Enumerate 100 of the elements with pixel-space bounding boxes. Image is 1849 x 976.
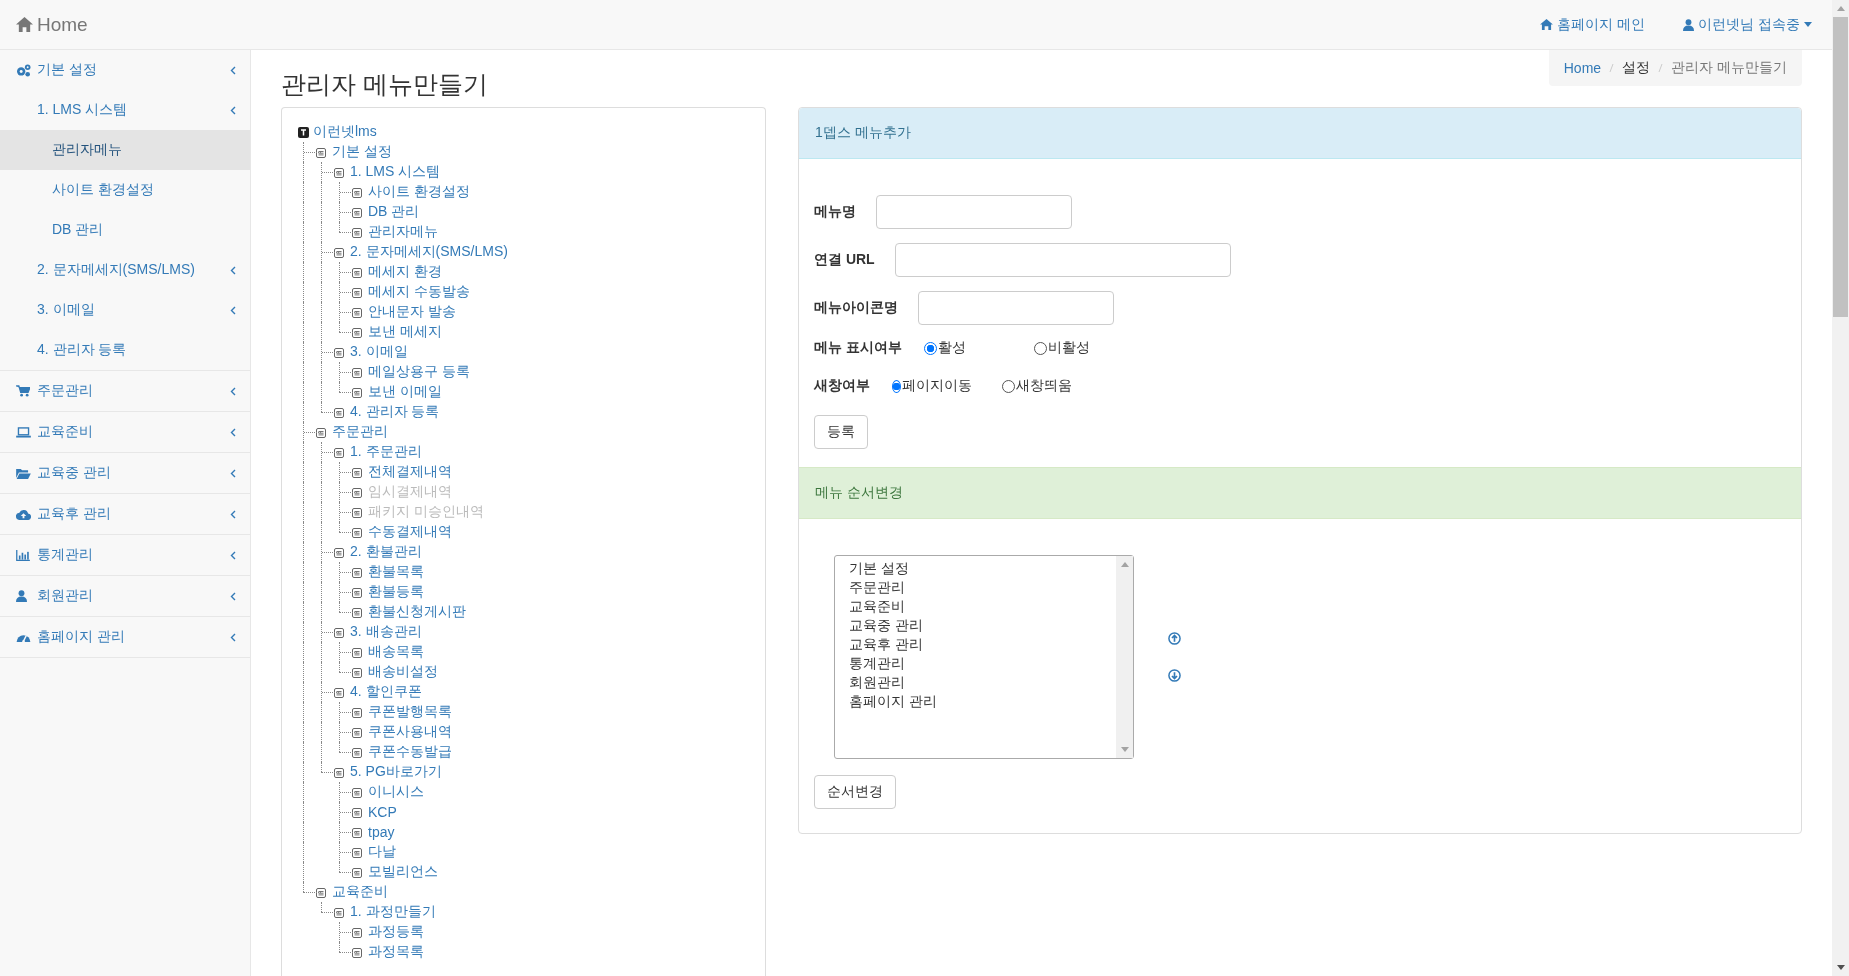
sidebar-item[interactable]: 주문관리 [0,371,250,412]
tree-node[interactable]: 5. PG바로가기 [350,763,442,781]
list-option[interactable]: 홈페이지 관리 [849,692,1116,711]
move-down-icon[interactable] [1168,669,1181,682]
tree-node[interactable]: 쿠폰수동발급 [368,743,452,761]
radio-option[interactable]: 비활성 [1033,339,1114,357]
scroll-up-icon[interactable] [1836,6,1845,11]
tree-node[interactable]: 보낸 메세지 [368,323,442,341]
sidebar-item[interactable]: 1. LMS 시스템 [0,90,250,130]
scroll-down-icon[interactable] [1836,965,1845,970]
tree-node[interactable]: 배송비설정 [368,663,438,681]
list-node-icon [352,848,362,858]
tree-node[interactable]: 3. 이메일 [350,343,408,361]
radio-button[interactable] [1033,341,1047,355]
sidebar-item[interactable]: 관리자메뉴 [0,130,250,170]
sidebar-item[interactable]: 사이트 환경설정 [0,170,250,210]
tree-node[interactable]: 주문관리 [332,423,388,441]
list-option[interactable]: 교육후 관리 [849,635,1116,654]
nav-link[interactable]: 이런넷님 접속중 [1683,15,1812,34]
tree-node[interactable]: 과정등록 [368,923,424,941]
tree-node[interactable]: 4. 할인쿠폰 [350,683,422,701]
sidebar-item[interactable]: 기본 설정 [0,50,250,90]
tree-node[interactable]: 안내문자 발송 [368,303,456,321]
tree-node[interactable]: 환불신청게시판 [368,603,466,621]
radio-option[interactable]: 활성 [923,339,1004,357]
tree-node[interactable]: 메세지 환경 [368,263,442,281]
list-option[interactable]: 통계관리 [849,654,1116,673]
tree-node[interactable]: 3. 배송관리 [350,623,422,641]
scroll-up-icon[interactable] [1120,562,1129,567]
tree-node[interactable]: 전체결제내역 [368,463,452,481]
radio-button[interactable] [923,341,937,355]
tree-node[interactable]: 2. 문자메세지(SMS/LMS) [350,243,508,261]
tree-node[interactable]: 메일상용구 등록 [368,363,470,381]
tree-node[interactable]: 1. LMS 시스템 [350,163,441,181]
tree-node[interactable]: 모빌리언스 [368,863,438,881]
input-field[interactable] [876,195,1072,229]
list-node-icon [352,608,362,618]
listbox-scrollbar[interactable] [1116,556,1133,758]
list-option[interactable]: 회원관리 [849,673,1116,692]
move-up-icon[interactable] [1168,632,1181,645]
tree-node[interactable]: 4. 관리자 등록 [350,403,440,421]
tree-node[interactable]: 관리자메뉴 [368,223,438,241]
list-node-icon [352,388,362,398]
tree-node[interactable]: 다날 [368,843,396,861]
sidebar-item[interactable]: 통계관리 [0,535,250,576]
list-node-icon [352,228,362,238]
sidebar-item[interactable]: 4. 관리자 등록 [0,330,250,371]
list-option[interactable]: 기본 설정 [849,559,1116,578]
list-node-icon [352,828,362,838]
tree-node[interactable]: 과정목록 [368,943,424,961]
tree-node[interactable]: 1. 주문관리 [350,443,422,461]
tree-node[interactable]: DB 관리 [368,203,420,221]
list-option[interactable]: 교육중 관리 [849,616,1116,635]
listbox[interactable]: 기본 설정 주문관리 교육준비 교육중 관리 교육후 관리 통계관리 회원관리 홈페이지 관리 [834,555,1134,759]
tree-node[interactable]: 이니시스 [368,783,424,801]
radio-button[interactable] [1002,379,1015,393]
radio-option[interactable]: 새창띄움 [1002,377,1082,395]
sidebar-item[interactable]: 회원관리 [0,576,250,617]
sidebar-item[interactable]: 교육중 관리 [0,453,250,494]
input-field[interactable] [894,243,1231,277]
list-node-icon [334,168,344,178]
nav-link[interactable]: 홈페이지 메인 [1540,15,1646,34]
tree-node[interactable]: 쿠폰사용내역 [368,723,452,741]
breadcrumb-link[interactable]: Home [1563,60,1602,76]
page-scrollbar[interactable] [1832,0,1849,976]
sidebar-item[interactable]: 2. 문자메세지(SMS/LMS) [0,250,250,290]
tree-node[interactable]: tpay [368,824,395,840]
tree-node[interactable]: 이런넷lms [313,123,377,141]
list-node-icon [352,508,362,518]
tree-node[interactable]: 쿠폰발행목록 [368,703,452,721]
list-node-icon [352,308,362,318]
tree-node[interactable]: 기본 설정 [332,143,392,161]
radio-button[interactable] [892,379,901,393]
tree-node[interactable]: 수동결제내역 [368,523,452,541]
home-link[interactable]: Home [15,13,88,36]
sidebar-item[interactable]: 3. 이메일 [0,290,250,330]
sidebar-item[interactable]: 홈페이지 관리 [0,617,250,658]
sidebar-item[interactable]: DB 관리 [0,210,250,250]
reorder-button[interactable]: 순서변경 [814,775,896,809]
list-node-icon [334,548,344,558]
tree-node[interactable]: 사이트 환경설정 [368,183,470,201]
list-node-icon [352,528,362,538]
list-option[interactable]: 교육준비 [849,597,1116,616]
radio-option[interactable]: 페이지이동 [892,377,972,395]
tree-node[interactable]: 환불목록 [368,563,424,581]
sidebar-item[interactable]: 교육준비 [0,412,250,453]
tree-node[interactable]: 교육준비 [332,883,388,901]
tree-node[interactable]: 환불등록 [368,583,424,601]
tree-node[interactable]: 2. 환불관리 [350,543,422,561]
tree-node[interactable]: 배송목록 [368,643,424,661]
input-field[interactable] [918,291,1114,325]
submit-button[interactable]: 등록 [814,415,868,449]
tree-node[interactable]: 1. 과정만들기 [350,903,436,921]
sidebar-item[interactable]: 교육후 관리 [0,494,250,535]
list-node-icon [352,868,362,878]
list-node-icon [352,748,362,758]
list-option[interactable]: 주문관리 [849,578,1116,597]
tree-node[interactable]: 보낸 이메일 [368,383,442,401]
tree-node[interactable]: KCP [368,804,397,820]
tree-node[interactable]: 메세지 수동발송 [368,283,470,301]
